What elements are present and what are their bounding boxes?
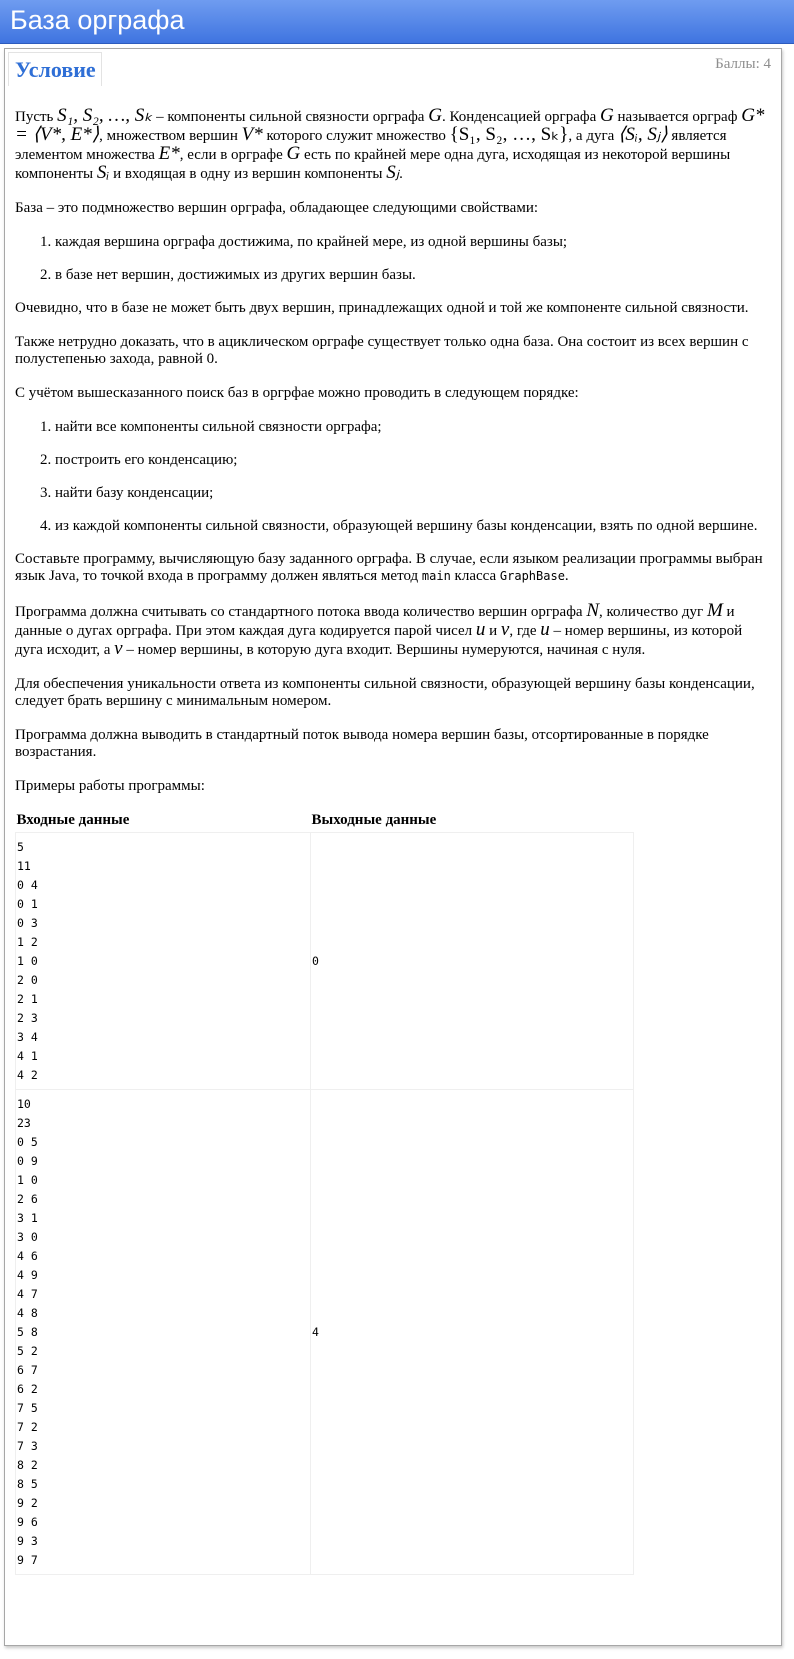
tab-statement[interactable]: Условие bbox=[8, 52, 102, 86]
code-class: GraphBase bbox=[499, 569, 565, 583]
math-formula: G bbox=[286, 143, 301, 164]
statement-paragraph-5: С учётом вышесказанного поиск баз в оргр… bbox=[15, 385, 579, 401]
header-bar: База орграфа bbox=[0, 0, 794, 44]
statement-paragraph-1: Пусть S₁, S₂, …, Sₖ – компоненты сильной… bbox=[15, 105, 765, 183]
examples-table: Входные данные Выходные данные 5 11 0 4 … bbox=[15, 812, 634, 1575]
example-output: 0 bbox=[310, 832, 634, 1090]
math-formula: ⟨Sᵢ, Sⱼ⟩ bbox=[618, 124, 668, 145]
math-formula: E* bbox=[158, 143, 180, 164]
math-formula: S₁, S₂, …, Sₖ bbox=[57, 105, 153, 126]
math-formula: V* bbox=[241, 124, 263, 145]
math-formula: v bbox=[114, 638, 123, 659]
problem-panel: Условие Баллы: 4 Пусть S₁, S₂, …, Sₖ – к… bbox=[4, 48, 782, 1646]
list-item: из каждой компоненты сильной связности, … bbox=[55, 518, 771, 535]
code-method: main bbox=[421, 569, 451, 583]
math-formula: N bbox=[586, 600, 600, 621]
example-input: 10 23 0 5 0 9 1 0 2 6 3 1 3 0 4 6 4 9 4 … bbox=[15, 1089, 311, 1575]
math-formula: u bbox=[475, 619, 486, 640]
base-properties-list: каждая вершина орграфа достижима, по кра… bbox=[15, 234, 771, 284]
math-formula: Sᵢ bbox=[96, 162, 110, 183]
score-label: Баллы: 4 bbox=[715, 56, 771, 72]
statement-paragraph-9: Программа должна выводить в стандартный … bbox=[15, 727, 709, 760]
statement-paragraph-2: База – это подмножество вершин орграфа, … bbox=[15, 200, 539, 216]
math-formula: G bbox=[599, 105, 614, 126]
table-row: 5 11 0 4 0 1 0 3 1 2 1 0 2 0 2 1 2 3 3 4… bbox=[15, 832, 634, 1090]
math-formula: Sⱼ bbox=[386, 162, 400, 183]
list-item: построить его конденсацию; bbox=[55, 452, 771, 469]
example-output: 4 bbox=[310, 1089, 634, 1575]
statement-paragraph-6: Составьте программу, вычисляющую базу за… bbox=[15, 551, 763, 584]
math-formula: {S₁, S₂, …, Sₖ} bbox=[449, 124, 569, 145]
statement-paragraph-3: Очевидно, что в базе не может быть двух … bbox=[15, 300, 749, 316]
table-row: 10 23 0 5 0 9 1 0 2 6 3 1 3 0 4 6 4 9 4 … bbox=[15, 1089, 634, 1575]
output-column-header: Выходные данные bbox=[311, 812, 437, 828]
list-item: в базе нет вершин, достижимых из других … bbox=[55, 267, 771, 284]
math-formula: G bbox=[428, 105, 442, 126]
list-item: каждая вершина орграфа достижима, по кра… bbox=[55, 234, 771, 251]
statement-paragraph-4: Также нетрудно доказать, что в ацикличес… bbox=[15, 334, 749, 367]
example-input: 5 11 0 4 0 1 0 3 1 2 1 0 2 0 2 1 2 3 3 4… bbox=[15, 832, 311, 1090]
input-column-header: Входные данные bbox=[16, 812, 130, 828]
list-item: найти базу конденсации; bbox=[55, 485, 771, 502]
statement-content: Пусть S₁, S₂, …, Sₖ – компоненты сильной… bbox=[15, 105, 771, 1575]
math-formula: M bbox=[706, 600, 723, 621]
examples-label: Примеры работы программы: bbox=[15, 778, 205, 794]
statement-paragraph-8: Для обеспечения уникальности ответа из к… bbox=[15, 676, 755, 709]
page-title: База орграфа bbox=[10, 5, 185, 35]
math-formula: u bbox=[540, 619, 550, 640]
algorithm-steps-list: найти все компоненты сильной связности о… bbox=[15, 419, 771, 535]
list-item: найти все компоненты сильной связности о… bbox=[55, 419, 771, 436]
statement-paragraph-7: Программа должна считывать со стандартно… bbox=[15, 600, 743, 659]
